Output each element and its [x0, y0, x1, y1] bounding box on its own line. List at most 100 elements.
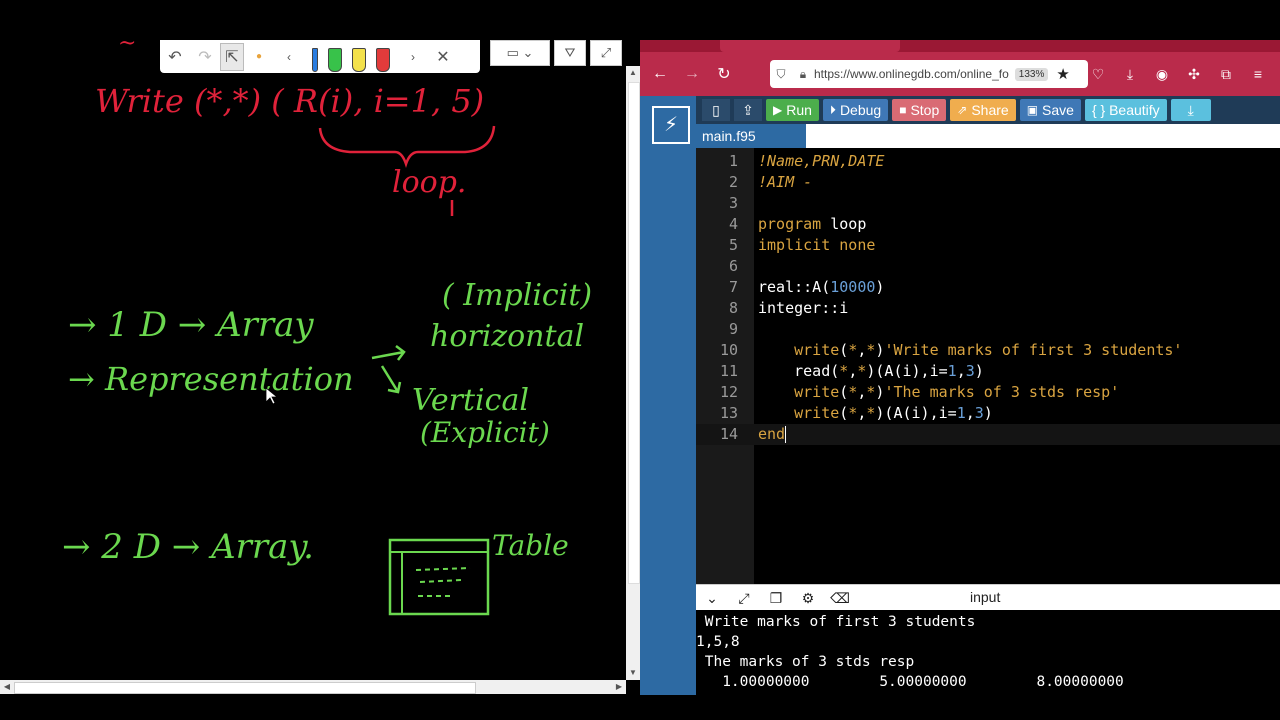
code-line[interactable]: 4 program loop: [696, 214, 1280, 235]
whiteboard-drawing: ~ Write (*,*) ( R(i), i=1, 5) loop. → 1 …: [62, 40, 592, 616]
brace-shape: [318, 125, 496, 168]
code-line[interactable]: 1 !Name,PRN,DATE: [696, 151, 1280, 172]
chevron-down-icon[interactable]: ⌄: [696, 590, 728, 607]
menu-icon[interactable]: ≡: [1242, 66, 1274, 82]
save-icon: ▣: [1026, 103, 1039, 117]
clear-icon[interactable]: ⌫: [824, 590, 856, 607]
copy-icon[interactable]: ❐: [760, 590, 792, 607]
console-output[interactable]: Write marks of first 3 students 1,5,8 Th…: [696, 610, 1280, 695]
scroll-up-icon[interactable]: ▲: [626, 66, 640, 80]
code-token: 1: [956, 404, 966, 422]
redo-icon[interactable]: ↷: [190, 42, 220, 72]
code-token: real::A(: [758, 278, 831, 296]
text-cursor: [785, 426, 787, 443]
run-button[interactable]: ▶ Run: [766, 99, 819, 121]
upload-icon[interactable]: ⇪: [734, 99, 762, 121]
code-line[interactable]: 11 read(*,*)(A(i),i=1,3): [696, 361, 1280, 382]
select-pointer-icon[interactable]: ⇱: [220, 42, 244, 71]
save-button[interactable]: ▣ Save: [1019, 99, 1081, 121]
stop-label: Stop: [910, 102, 940, 118]
whiteboard-canvas[interactable]: ~ Write (*,*) ( R(i), i=1, 5) loop. → 1 …: [0, 40, 640, 695]
code-line[interactable]: 5 implicit none: [696, 235, 1280, 256]
shield-icon[interactable]: ⛉: [770, 67, 792, 82]
download-code-icon[interactable]: ⤓: [1170, 99, 1211, 121]
code-text: write(*,*)(A(i),i=1,3): [758, 403, 993, 424]
note-implicit: ( Implicit): [442, 278, 592, 313]
pen-blue-icon[interactable]: [312, 47, 318, 72]
code-line[interactable]: 13 write(*,*)(A(i),i=1,3): [696, 403, 1280, 424]
lightning-logo-icon[interactable]: ⚡︎: [652, 106, 690, 144]
nav-actions: ♡ ⤓ ◉ ✣ ⧉ ≡: [1082, 52, 1274, 96]
code-token: ): [875, 278, 885, 296]
color-dot-icon[interactable]: ●: [244, 42, 274, 72]
scroll-thumb[interactable]: [628, 82, 640, 584]
reload-icon[interactable]: ↻: [708, 64, 740, 84]
code-token: *: [848, 341, 858, 359]
share-button[interactable]: ⇗ Share: [950, 99, 1016, 121]
scroll-down-icon[interactable]: ▼: [626, 666, 640, 680]
note-1d-array: → 1 D → Array: [68, 305, 314, 345]
lock-icon[interactable]: 🔒︎: [792, 67, 814, 82]
code-token: (: [839, 341, 849, 359]
url-bar[interactable]: ⛉ 🔒︎ https://www.onlinegdb.com/online_fo…: [770, 60, 1088, 88]
debug-icon: ⏵: [829, 102, 836, 117]
bookmark-star-icon[interactable]: ★: [1056, 65, 1069, 83]
account-icon[interactable]: ◉: [1146, 66, 1178, 83]
pen-set: [312, 42, 390, 72]
code-line[interactable]: 12 write(*,*)'The marks of 3 stds resp': [696, 382, 1280, 403]
url-text[interactable]: https://www.onlinegdb.com/online_fo: [814, 67, 1009, 81]
chevron-left-icon[interactable]: ‹: [274, 42, 304, 72]
zoom-level[interactable]: 133%: [1014, 67, 1049, 81]
download-icon[interactable]: ⤓: [1114, 66, 1146, 83]
code-token: 'Write marks of first 3 students': [884, 341, 1183, 359]
code-line[interactable]: 2 !AIM -: [696, 172, 1280, 193]
gear-icon[interactable]: ⚙: [792, 590, 824, 607]
table-sketch-rows: [415, 567, 471, 597]
code-editor[interactable]: 1 !Name,PRN,DATE 2 !AIM - 3 4 program loop 5 imp…: [696, 148, 1280, 584]
code-token: 1: [947, 362, 957, 380]
line-number: 5: [728, 236, 738, 254]
beautify-label: { } Beautify: [1091, 102, 1160, 118]
browser-tab[interactable]: [720, 40, 900, 52]
close-icon[interactable]: ✕: [428, 42, 458, 72]
code-token: write: [758, 341, 840, 359]
open-external-icon[interactable]: ⧉: [1210, 66, 1242, 83]
filter-icon[interactable]: ⛛: [554, 40, 586, 66]
beautify-button[interactable]: { } Beautify: [1084, 99, 1167, 121]
expand-icon[interactable]: ⤢: [728, 590, 760, 607]
file-tab-main[interactable]: main.f95: [696, 124, 806, 148]
highlighter-yellow-icon[interactable]: [352, 47, 366, 72]
code-line[interactable]: 10 write(*,*)'Write marks of first 3 stu…: [696, 340, 1280, 361]
forward-icon[interactable]: →: [676, 65, 708, 83]
save-label: Save: [1042, 102, 1074, 118]
extensions-icon[interactable]: ✣: [1178, 66, 1210, 83]
expand-icon[interactable]: ⤢: [590, 40, 622, 66]
code-line[interactable]: 7 real::A(10000): [696, 277, 1280, 298]
code-token: end: [758, 425, 786, 443]
console-line: 1.00000000 5.00000000 8.00000000: [696, 674, 1124, 690]
stop-button[interactable]: ■ Stop: [892, 99, 947, 121]
new-file-icon[interactable]: ▯: [702, 99, 730, 121]
scroll-left-icon[interactable]: ◀: [0, 680, 14, 694]
line-number: 6: [728, 257, 738, 275]
chevron-right-icon[interactable]: ›: [398, 42, 428, 72]
horizontal-scrollbar[interactable]: ◀ ▶: [0, 680, 626, 694]
vertical-scrollbar[interactable]: ▲ ▼: [626, 66, 640, 680]
code-line[interactable]: 8 integer::i: [696, 298, 1280, 319]
code-line[interactable]: 14 end: [696, 424, 1280, 445]
layout-dropdown-icon[interactable]: ▭ ⌄: [490, 40, 550, 66]
back-icon[interactable]: ←: [644, 65, 676, 83]
code-token: 'The marks of 3 stds resp': [884, 383, 1120, 401]
pocket-icon[interactable]: ♡: [1082, 66, 1114, 83]
undo-icon[interactable]: ↶: [160, 42, 190, 72]
scroll-right-icon[interactable]: ▶: [612, 680, 626, 694]
scroll-thumb[interactable]: [14, 682, 476, 694]
debug-button[interactable]: ⏵ Debug: [822, 99, 889, 121]
code-line[interactable]: 3: [696, 193, 1280, 214]
line-number: 13: [719, 404, 738, 422]
note-write-stmt: Write (*,*) ( R(i), i=1, 5): [95, 82, 484, 120]
code-line[interactable]: 6: [696, 256, 1280, 277]
code-line[interactable]: 9: [696, 319, 1280, 340]
pen-red-icon[interactable]: [376, 47, 390, 72]
pen-green-icon[interactable]: [328, 47, 342, 72]
